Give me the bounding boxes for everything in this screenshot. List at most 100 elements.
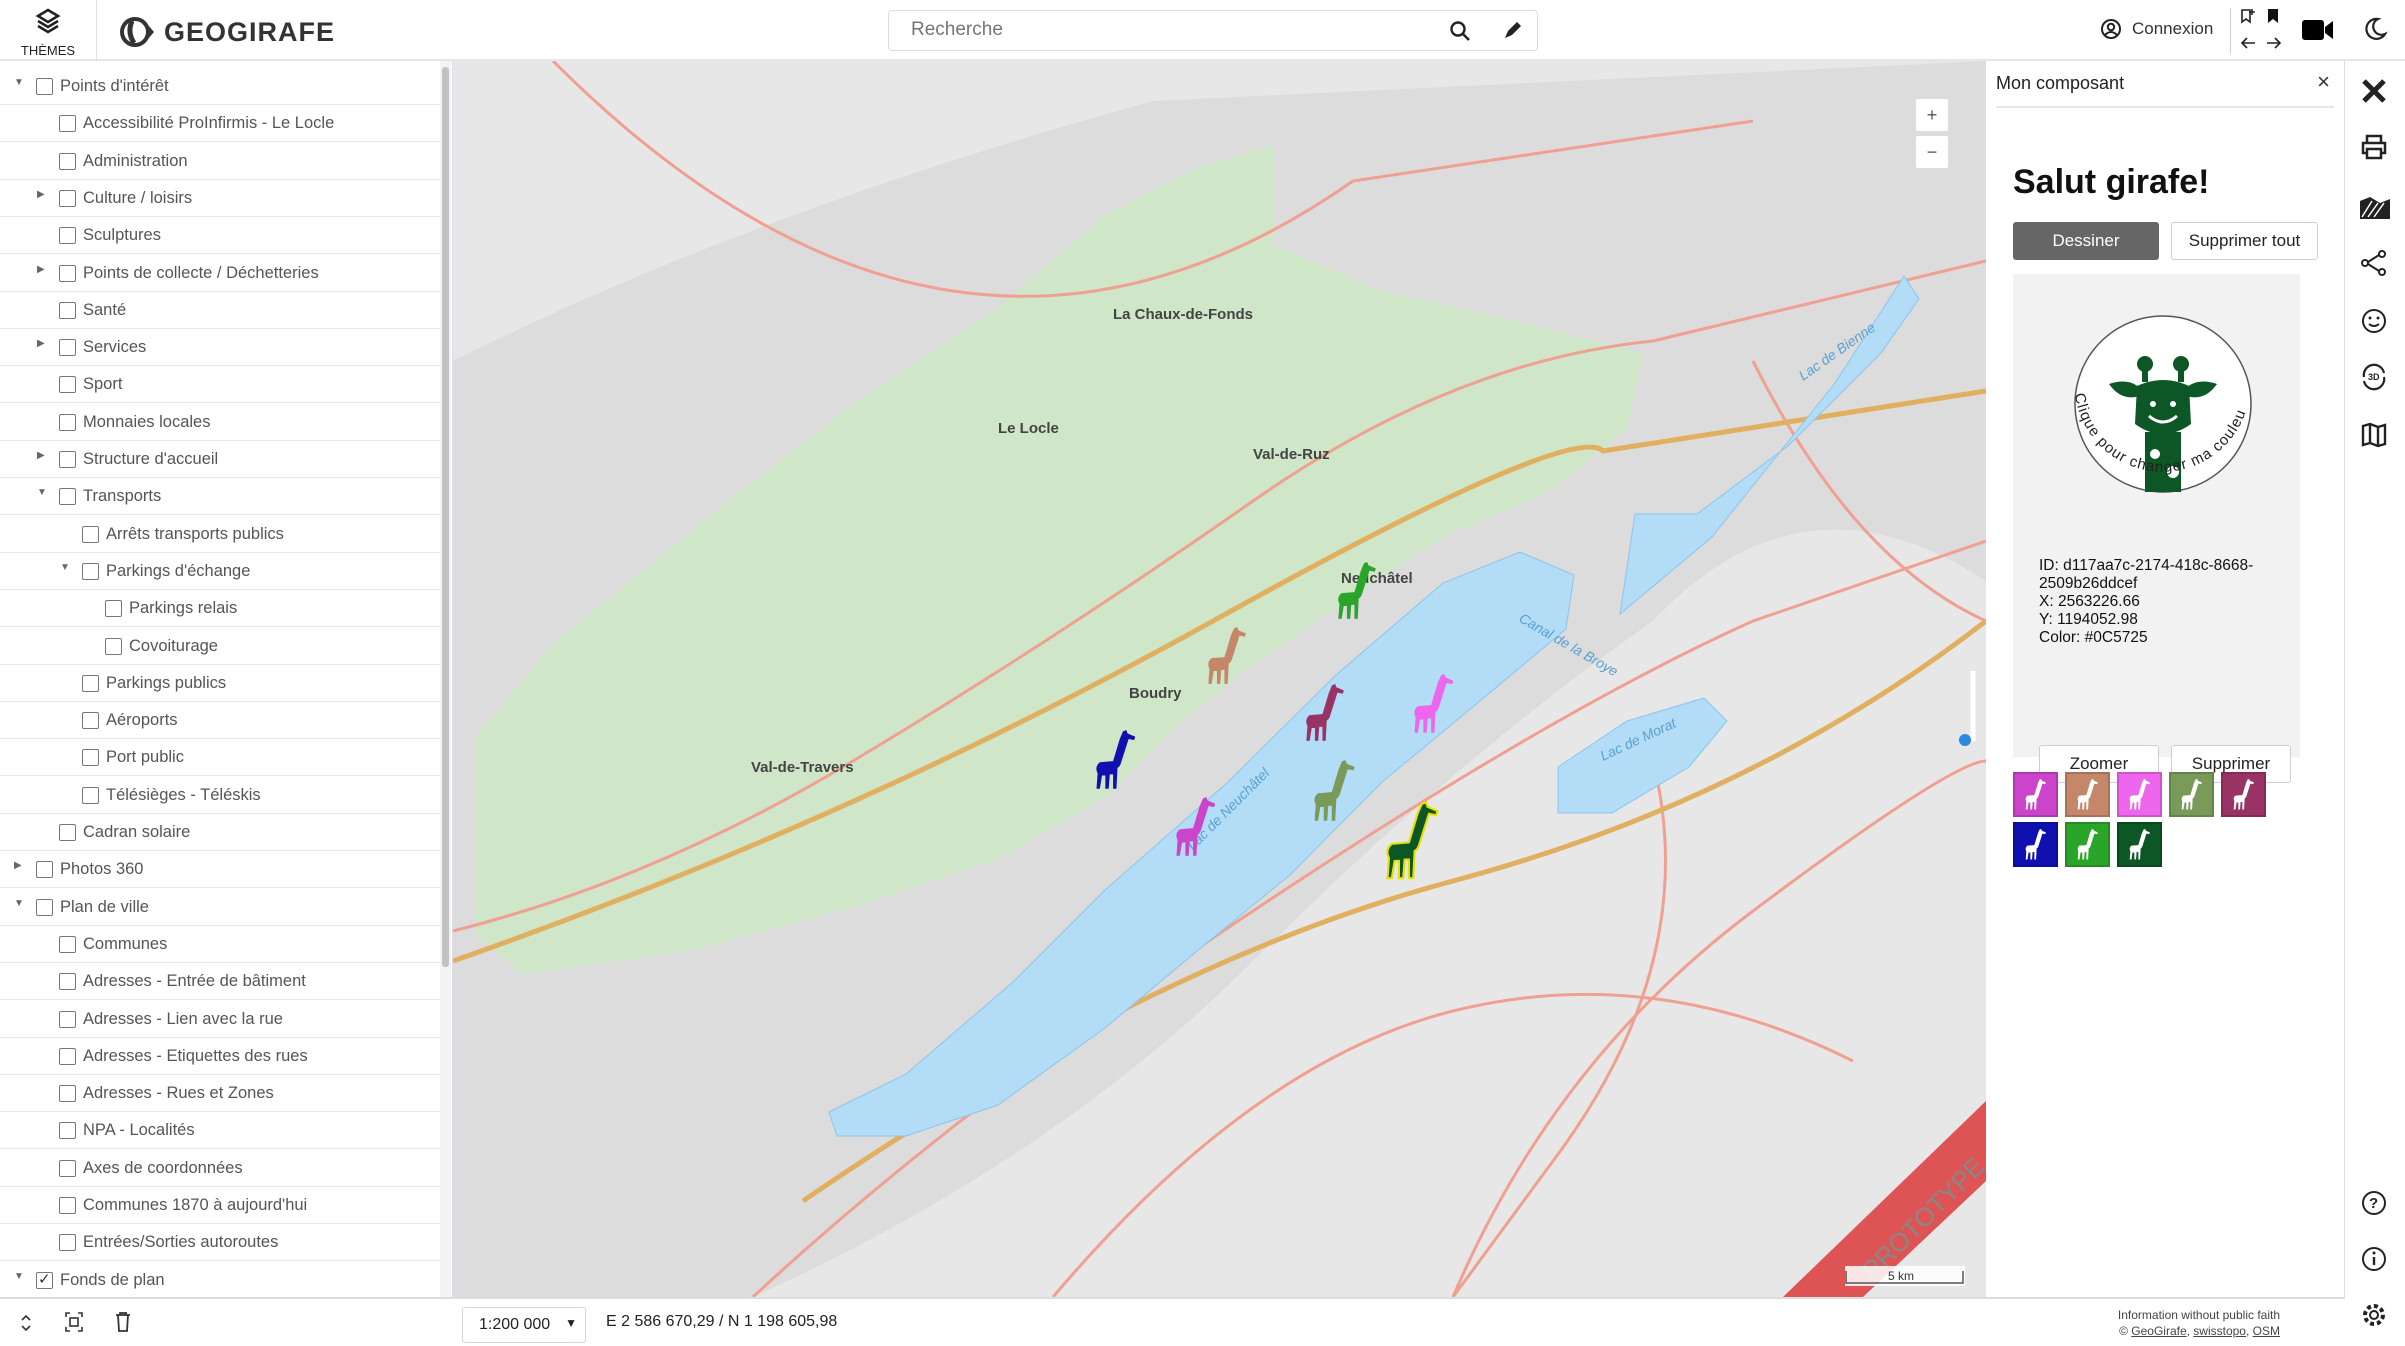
layer-tree-item[interactable]: ▼ Transports xyxy=(0,478,440,516)
caret-down-icon[interactable]: ▼ xyxy=(37,487,47,498)
forward-arrow-icon[interactable] xyxy=(2266,36,2282,50)
color-swatch[interactable] xyxy=(2065,772,2110,817)
color-swatch[interactable] xyxy=(2013,772,2058,817)
layer-tree-item[interactable]: Aéroports xyxy=(0,702,440,740)
layer-tree-scrollbar[interactable] xyxy=(440,61,451,1297)
layer-checkbox[interactable] xyxy=(82,749,99,767)
layer-checkbox[interactable] xyxy=(59,1122,76,1140)
attribution-link[interactable]: swisstopo xyxy=(2193,1324,2246,1338)
scrollbar-thumb[interactable] xyxy=(442,67,449,967)
trash-icon[interactable] xyxy=(114,1311,132,1333)
zoom-in-button[interactable]: + xyxy=(1915,98,1949,132)
layer-checkbox[interactable] xyxy=(59,227,76,245)
elevation-profile-icon[interactable] xyxy=(2360,193,2390,219)
layer-tree-item[interactable]: Adresses - Rues et Zones xyxy=(0,1075,440,1113)
layer-checkbox[interactable] xyxy=(59,152,76,170)
attribution-link[interactable]: OSM xyxy=(2253,1324,2280,1338)
layer-tree-item[interactable]: Télésièges - Téléskis xyxy=(0,777,440,814)
layer-checkbox[interactable] xyxy=(59,339,76,357)
layer-tree-item[interactable]: ▶ Points de collecte / Déchetteries xyxy=(0,255,440,292)
info-icon[interactable] xyxy=(2360,1245,2388,1273)
giraffe-color-button[interactable]: Clique pour changer ma couleur! xyxy=(2053,314,2263,524)
layer-tree-item[interactable]: Cadran solaire xyxy=(0,814,440,851)
layer-tree-item[interactable]: Port public xyxy=(0,739,440,777)
layer-checkbox[interactable] xyxy=(59,115,76,133)
layer-tree-item[interactable]: Adresses - Etiquettes des rues xyxy=(0,1038,440,1075)
login-button[interactable]: Connexion xyxy=(2100,18,2213,40)
layer-tree-item[interactable]: Axes de coordonnées xyxy=(0,1150,440,1187)
caret-down-icon[interactable]: ▼ xyxy=(14,898,24,909)
layer-checkbox[interactable] xyxy=(82,712,99,730)
layer-tree-item[interactable]: ▼ Points d'intérêt xyxy=(0,68,440,105)
back-arrow-icon[interactable] xyxy=(2240,36,2256,50)
delete-all-button[interactable]: Supprimer tout xyxy=(2171,222,2318,260)
draw-button[interactable]: Dessiner xyxy=(2013,222,2159,260)
layer-checkbox[interactable] xyxy=(59,413,76,431)
layer-checkbox[interactable] xyxy=(36,78,53,95)
3d-view-icon[interactable]: 3D xyxy=(2360,363,2388,391)
color-swatch[interactable] xyxy=(2117,822,2162,867)
layer-checkbox[interactable] xyxy=(82,525,99,543)
print-icon[interactable] xyxy=(2360,133,2388,161)
caret-down-icon[interactable]: ▼ xyxy=(14,77,24,88)
attribution-link[interactable]: GeoGirafe xyxy=(2131,1324,2186,1338)
search-input[interactable] xyxy=(911,19,1411,41)
layer-checkbox[interactable] xyxy=(105,600,122,618)
dark-mode-moon-icon[interactable] xyxy=(2362,16,2388,42)
layer-tree-item[interactable]: Entrées/Sorties autoroutes xyxy=(0,1224,440,1262)
tools-icon[interactable] xyxy=(2360,77,2388,105)
video-camera-icon[interactable] xyxy=(2302,18,2334,42)
slider-handle[interactable] xyxy=(1959,734,1971,746)
search-icon[interactable] xyxy=(1449,20,1471,42)
smiley-icon[interactable] xyxy=(2360,307,2388,335)
draw-pencil-icon[interactable] xyxy=(1501,20,1523,42)
themes-button[interactable]: THÈMES xyxy=(0,0,97,61)
share-icon[interactable] xyxy=(2360,249,2388,277)
layer-checkbox[interactable] xyxy=(59,376,76,394)
layer-tree-item[interactable]: Santé xyxy=(0,292,440,329)
map-icon[interactable] xyxy=(2360,421,2388,449)
settings-gear-icon[interactable] xyxy=(2360,1301,2388,1329)
layer-checkbox[interactable] xyxy=(59,488,76,506)
layer-checkbox[interactable] xyxy=(59,451,76,468)
caret-right-icon[interactable]: ▶ xyxy=(37,338,45,349)
layer-tree-item[interactable]: ▶ Culture / loisirs xyxy=(0,180,440,217)
layer-checkbox[interactable] xyxy=(59,1197,76,1214)
layer-checkbox[interactable] xyxy=(59,189,76,207)
caret-down-icon[interactable]: ▼ xyxy=(14,1271,24,1282)
layer-checkbox[interactable] xyxy=(59,935,76,953)
layer-tree-item[interactable]: Communes xyxy=(0,926,440,963)
layer-checkbox[interactable] xyxy=(59,1085,76,1103)
map-canvas[interactable]: La Chaux-de-Fonds Le Locle Val-de-Ruz Ne… xyxy=(453,61,1986,1297)
layer-tree-item[interactable]: Sport xyxy=(0,366,440,404)
bookmark-icon[interactable] xyxy=(2266,8,2280,24)
layer-tree-item[interactable]: Monnaies locales xyxy=(0,404,440,441)
layer-tree-item[interactable]: Communes 1870 à aujourd'hui xyxy=(0,1187,440,1224)
layer-tree-item[interactable]: ▼ Fonds de plan xyxy=(0,1262,440,1297)
caret-right-icon[interactable]: ▶ xyxy=(14,860,22,871)
color-swatch[interactable] xyxy=(2221,772,2266,817)
scale-select[interactable]: 1:200 000 ▼ xyxy=(462,1307,586,1343)
color-swatch[interactable] xyxy=(2117,772,2162,817)
add-bookmark-icon[interactable] xyxy=(2240,8,2256,24)
layer-tree-item[interactable]: Arrêts transports publics xyxy=(0,516,440,553)
color-swatch[interactable] xyxy=(2065,822,2110,867)
layer-checkbox[interactable] xyxy=(59,264,76,282)
layer-checkbox[interactable] xyxy=(82,674,99,692)
close-icon[interactable]: × xyxy=(2317,69,2330,95)
layer-tree-item[interactable]: Administration xyxy=(0,143,440,180)
map-view[interactable]: La Chaux-de-Fonds Le Locle Val-de-Ruz Ne… xyxy=(453,61,1986,1297)
color-swatch[interactable] xyxy=(2013,822,2058,867)
layer-checkbox[interactable] xyxy=(59,1047,76,1065)
zoom-out-button[interactable]: − xyxy=(1915,135,1949,169)
color-swatch[interactable] xyxy=(2169,772,2214,817)
layer-checkbox[interactable] xyxy=(59,824,76,841)
layer-tree-item[interactable]: ▶ Photos 360 xyxy=(0,851,440,889)
layer-checkbox[interactable] xyxy=(36,1270,53,1289)
help-icon[interactable]: ? xyxy=(2360,1189,2388,1217)
layer-checkbox[interactable] xyxy=(36,898,53,916)
zoom-to-extent-icon[interactable] xyxy=(64,1311,84,1333)
layer-tree-item[interactable]: Parkings relais xyxy=(0,590,440,628)
layer-tree-item[interactable]: ▶ Structure d'accueil xyxy=(0,441,440,478)
layer-checkbox[interactable] xyxy=(82,562,99,580)
